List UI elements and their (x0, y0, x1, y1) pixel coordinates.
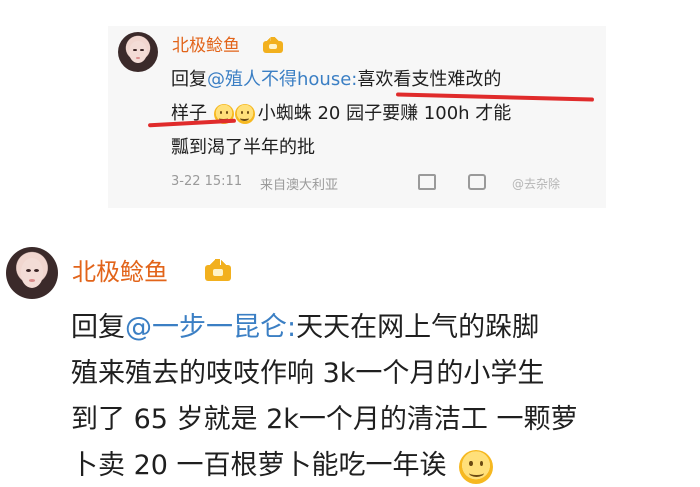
username[interactable]: 北极鲶鱼 (172, 31, 240, 56)
location-source: 来自澳大利亚 (260, 178, 339, 193)
reply-line-4: 卜卖 20 一百根萝卜能吃一年诶 (71, 443, 494, 484)
smile-emoji-icon (459, 449, 494, 484)
avatar[interactable] (6, 247, 58, 299)
reply-text: 到了 65 岁就是 2k一个月的清洁工 一颗萝 (71, 404, 578, 435)
reply-line-1: 回复@一步一昆仑:天天在网上气的跺脚 (71, 305, 539, 344)
vip-crown-icon (263, 36, 283, 53)
vip-crown-icon (205, 259, 231, 281)
reply-text: 殖来殖去的吱吱作响 3k一个月的小学生 (71, 358, 545, 389)
reply-line-2: 殖来殖去的吱吱作响 3k一个月的小学生 (71, 351, 544, 390)
reply-text: 小蜘蛛 20 园子要赚 100h 才能 (257, 103, 512, 124)
reply-line-3: 瓢到渴了半年的批 (171, 133, 315, 159)
comment-icon[interactable] (468, 174, 486, 190)
avatar[interactable] (118, 32, 158, 72)
highlighted-text: 喜欢看支性难改的 (357, 69, 502, 90)
reply-prefix: 回复 (71, 312, 125, 343)
reply-line-3: 到了 65 岁就是 2k一个月的清洁工 一颗萝 (71, 397, 578, 436)
mention-link[interactable]: @一步一昆仑: (125, 312, 296, 343)
reply-text: 瓢到渴了半年的批 (171, 137, 315, 158)
smile-emoji-icon (234, 104, 255, 124)
share-icon[interactable] (418, 174, 436, 190)
watermark: @去杂除 (512, 177, 561, 191)
reply-text: 卜卖 20 一百根萝卜能吃一年诶 (71, 450, 447, 481)
reply-text: 天天在网上气的跺脚 (296, 312, 540, 343)
username[interactable]: 北极鲶鱼 (72, 252, 168, 287)
reply-prefix: 回复 (171, 69, 207, 90)
mention-link[interactable]: @殖人不得house: (207, 69, 357, 90)
timestamp: 3-22 15:11 (171, 174, 243, 189)
reply-line-1: 回复@殖人不得house:喜欢看支性难改的 (171, 65, 501, 91)
